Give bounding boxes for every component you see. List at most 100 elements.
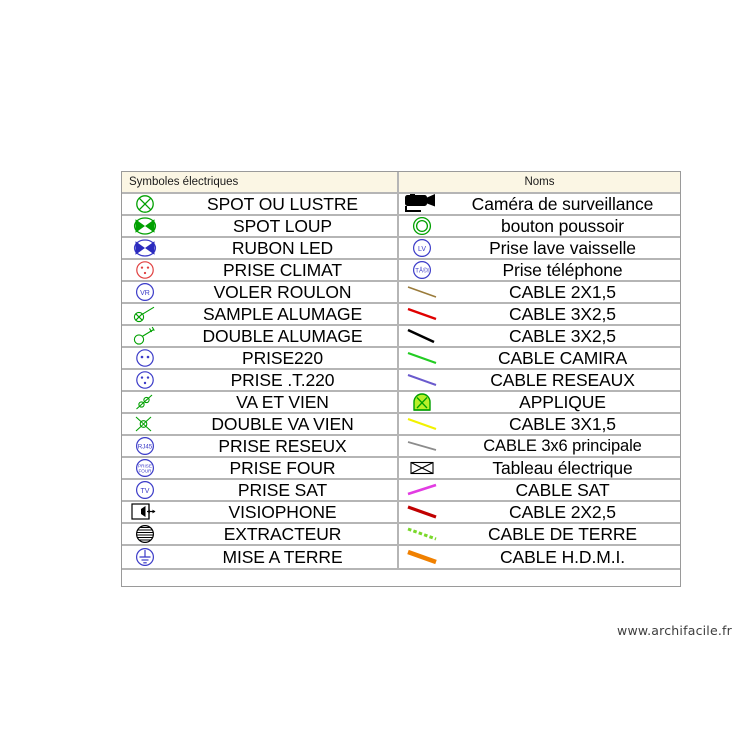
line-brown-icon <box>399 282 445 302</box>
table-row: PRISE .T.220 <box>122 370 397 392</box>
row-label: PRISE CLIMAT <box>222 260 343 280</box>
row-label: MISE A TERRE <box>222 546 343 567</box>
table-row: CABLE 3x6 principale <box>399 436 680 458</box>
circle-tv-blue-icon: TV <box>122 480 168 500</box>
table-row: LV Prise lave vaisselle <box>399 238 680 260</box>
watermark-archifacile: www.archifacile.fr <box>617 623 732 638</box>
screenshot-root: Symboles électriques Noms SPOT OU LUSTRE <box>0 0 750 750</box>
row-label: CABLE 3X2,5 <box>509 326 616 346</box>
row-label: APPLIQUE <box>519 392 606 412</box>
circle-vr-blue-icon: VR <box>122 282 168 302</box>
column-header-symboles: Symboles électriques <box>122 172 399 192</box>
right-column: Caméra de surveillance bouton poussoir L… <box>399 194 680 568</box>
row-label: CABLE CAMIRA <box>497 348 628 368</box>
row-label: CABLE H.D.M.I. <box>499 546 625 567</box>
row-label: PRISE FOUR <box>229 458 336 478</box>
row-label: Prise téléphone <box>502 260 623 280</box>
svg-text:TV: TV <box>141 488 150 495</box>
table-row: SPOT OU LUSTRE <box>122 194 397 216</box>
line-magenta-icon <box>399 480 445 500</box>
line-grey-icon <box>399 436 445 456</box>
line-green-dashed-icon <box>399 524 445 544</box>
switch-double-va-vient-green-icon <box>122 414 168 434</box>
table-row: CABLE 3X2,5 <box>399 326 680 348</box>
table-row: SPOT LOUP <box>122 216 397 238</box>
table-row: DOUBLE VA VIEN <box>122 414 397 436</box>
row-label: VA ET VIEN <box>236 392 329 412</box>
table-row: RUBON LED <box>122 238 397 260</box>
row-label: CABLE 2X2,5 <box>509 502 616 522</box>
line-green-icon <box>399 348 445 368</box>
svg-text:FOUR: FOUR <box>138 468 152 473</box>
table-row: CABLE H.D.M.I. <box>399 546 680 568</box>
table-footer-blank-row <box>122 568 680 586</box>
row-label: EXTRACTEUR <box>223 524 342 544</box>
switch-double-green-icon <box>122 326 168 346</box>
row-label: SPOT LOUP <box>233 216 332 236</box>
column-header-noms: Noms <box>524 176 555 188</box>
electrical-symbols-legend-table: Symboles électriques Noms SPOT OU LUSTRE <box>121 171 681 587</box>
table-row: CABLE SAT <box>399 480 680 502</box>
left-column: SPOT OU LUSTRE SPOT LOUP RUBON LED PRISE… <box>122 194 399 568</box>
applique-dome-green-icon <box>399 392 445 412</box>
table-row: PRISE FOUR PRISE FOUR <box>122 458 397 480</box>
line-black-icon <box>399 326 445 346</box>
row-label: PRISE RESEUX <box>218 436 347 456</box>
row-label: Prise lave vaisselle <box>489 238 636 258</box>
table-row: PRISE220 <box>122 348 397 370</box>
table-row: VISIOPHONE <box>122 502 397 524</box>
row-label: bouton poussoir <box>500 216 625 236</box>
row-label: CABLE 3X2,5 <box>509 304 616 324</box>
table-row: VR VOLER ROULON <box>122 282 397 304</box>
row-label: VOLER ROULON <box>213 282 352 302</box>
row-label: SPOT OU LUSTRE <box>207 194 358 214</box>
table-row: CABLE CAMIRA <box>399 348 680 370</box>
table-row: TÂ©l Prise téléphone <box>399 260 680 282</box>
circle-lv-blue-icon: LV <box>399 238 445 258</box>
table-row: PRISE CLIMAT <box>122 260 397 282</box>
switch-simple-crossed-green-icon <box>122 304 168 324</box>
socket-three-dot-blue-icon <box>122 370 168 390</box>
circle-tel-blue-icon: TÂ©l <box>399 260 445 280</box>
row-label: VISIOPHONE <box>228 502 337 522</box>
extractor-hatched-circle-icon <box>122 524 168 544</box>
row-label: CABLE SAT <box>515 480 610 500</box>
table-row: MISE A TERRE <box>122 546 397 568</box>
switch-va-et-vient-green-icon <box>122 392 168 412</box>
line-dark-red-thick-icon <box>399 502 445 522</box>
visiophone-box-icon <box>122 502 168 522</box>
circle-cross-green-icon <box>122 194 168 214</box>
row-label: DOUBLE VA VIEN <box>211 414 354 434</box>
row-label: CABLE 3X1,5 <box>509 414 616 434</box>
svg-text:RJ45: RJ45 <box>138 444 153 451</box>
double-circle-green-icon <box>399 216 445 236</box>
earth-ground-blue-icon <box>122 546 168 568</box>
table-row: CABLE 3X1,5 <box>399 414 680 436</box>
svg-text:TÂ©l: TÂ©l <box>415 267 428 274</box>
table-row: CABLE 2X1,5 <box>399 282 680 304</box>
circle-four-blue-icon: PRISE FOUR <box>122 458 168 478</box>
table-row: CABLE 3X2,5 <box>399 304 680 326</box>
table-row: CABLE RESEAUX <box>399 370 680 392</box>
table-row: Caméra de surveillance <box>399 194 680 216</box>
row-label: Tableau électrique <box>492 458 633 478</box>
table-row: RJ45 PRISE RESEUX <box>122 436 397 458</box>
row-label: RUBON LED <box>231 238 334 258</box>
table-row: TV PRISE SAT <box>122 480 397 502</box>
row-label: PRISE SAT <box>237 480 328 500</box>
socket-two-dot-blue-icon <box>122 348 168 368</box>
row-label: CABLE RESEAUX <box>490 370 635 390</box>
row-label: Caméra de surveillance <box>471 194 654 214</box>
ellipse-bowtie-blue-filled-icon <box>122 238 168 258</box>
row-label: CABLE 3x6 principale <box>483 436 642 455</box>
camera-black-icon <box>399 194 445 214</box>
row-label: PRISE .T.220 <box>230 370 335 390</box>
table-row: CABLE 2X2,5 <box>399 502 680 524</box>
socket-three-dot-red-icon <box>122 260 168 280</box>
table-body: SPOT OU LUSTRE SPOT LOUP RUBON LED PRISE… <box>122 194 680 568</box>
svg-text:VR: VR <box>140 290 150 297</box>
table-row: DOUBLE ALUMAGE <box>122 326 397 348</box>
row-label: CABLE DE TERRE <box>487 524 638 544</box>
table-row: EXTRACTEUR <box>122 524 397 546</box>
rect-cross-box-icon <box>399 458 445 478</box>
